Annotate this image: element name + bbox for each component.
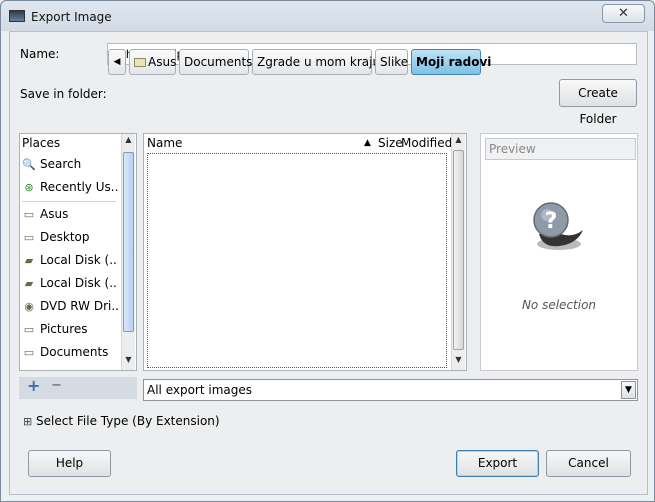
places-separator — [22, 201, 116, 202]
place-documents[interactable]: ▭ Documents — [22, 342, 118, 364]
folder-icon: ▭ — [23, 231, 35, 244]
folder-icon: ▭ — [23, 208, 35, 221]
crumb-documents[interactable]: Documents — [179, 49, 252, 75]
place-desktop[interactable]: ▭ Desktop — [22, 227, 118, 249]
folder-icon — [134, 58, 146, 67]
crumb-zgrade[interactable]: Zgrade u mom kraju — [252, 49, 380, 75]
place-dvd-drive[interactable]: ◉ DVD RW Dri... — [22, 296, 118, 318]
name-label: Name: — [20, 47, 60, 61]
export-image-dialog: Export Image ✕ Name: Save in folder: ◀ A… — [0, 0, 655, 502]
place-pictures[interactable]: ▭ Pictures — [22, 319, 118, 341]
crumb-moji-radovi[interactable]: Moji radovi — [411, 49, 491, 75]
window-title: Export Image — [31, 10, 112, 24]
place-local-disk-1[interactable]: ▰ Local Disk (... — [22, 250, 118, 272]
svg-text:?: ? — [545, 209, 558, 234]
crumb-asus[interactable]: Asus — [129, 49, 176, 75]
scroll-thumb[interactable] — [453, 150, 464, 350]
app-icon — [9, 10, 25, 22]
file-list-scrollbar[interactable]: ▲ ▼ — [451, 134, 465, 370]
preview-panel: Preview ? No selection — [480, 133, 638, 371]
crumb-slike[interactable]: Slike — [375, 49, 408, 75]
preview-empty-text: No selection — [521, 298, 597, 312]
scroll-up-arrow[interactable]: ▲ — [122, 134, 135, 146]
help-button[interactable]: Help — [28, 450, 111, 477]
folder-icon: ▭ — [23, 346, 35, 359]
create-folder-button[interactable]: Create Folder — [559, 79, 637, 126]
save-in-folder-label: Save in folder: — [20, 87, 107, 101]
file-list-header: Name ▲ Size Modified — [147, 136, 452, 154]
dvd-icon: ◉ — [24, 300, 34, 313]
place-label: Documents — [40, 345, 109, 359]
sort-ascending-icon: ▲ — [364, 138, 371, 148]
gimp-question-icon: ? — [529, 200, 585, 252]
add-bookmark-icon[interactable]: + — [27, 376, 40, 395]
places-scrollbar[interactable]: ▲ ▼ — [121, 134, 135, 370]
place-label: Pictures — [40, 322, 88, 336]
column-name[interactable]: Name — [147, 136, 182, 150]
expand-icon: ⊞ — [23, 415, 33, 428]
places-panel: Places 🔍 Search ⊛ Recently Us... ▭ Asus ▭ De… — [19, 133, 137, 371]
place-label: Recently Us... — [40, 180, 118, 194]
scroll-down-arrow[interactable]: ▼ — [452, 354, 465, 366]
places-toolbar: + − — [19, 376, 137, 399]
place-label: Asus — [40, 207, 69, 221]
file-filter-select[interactable]: All export images ▼ — [143, 379, 638, 401]
file-type-expander[interactable]: ⊞ Select File Type (By Extension) — [23, 414, 220, 428]
file-list[interactable] — [147, 153, 447, 368]
place-search[interactable]: 🔍 Search — [22, 154, 118, 176]
scroll-thumb[interactable] — [123, 152, 134, 332]
search-icon: 🔍 — [22, 158, 36, 171]
recent-icon: ⊛ — [24, 181, 34, 194]
scroll-down-arrow[interactable]: ▼ — [122, 354, 135, 366]
export-button[interactable]: Export — [456, 450, 539, 477]
place-label: Search — [40, 157, 82, 171]
remove-bookmark-icon[interactable]: − — [51, 378, 62, 393]
preview-header: Preview — [485, 138, 636, 160]
file-type-label: Select File Type (By Extension) — [36, 414, 220, 428]
cancel-button[interactable]: Cancel — [546, 450, 631, 477]
place-label: Local Disk (... — [40, 253, 118, 267]
file-list-panel: Name ▲ Size Modified ▲ ▼ — [143, 133, 467, 371]
crumb-label: Asus — [148, 55, 177, 69]
folder-icon: ▭ — [23, 323, 35, 336]
scroll-up-arrow[interactable]: ▲ — [452, 134, 465, 146]
column-size[interactable]: Size — [378, 136, 403, 150]
place-local-disk-2[interactable]: ▰ Local Disk (... — [22, 273, 118, 295]
place-label: Local Disk (... — [40, 276, 118, 290]
drive-icon: ▰ — [24, 277, 34, 290]
place-label: DVD RW Dri... — [40, 299, 118, 313]
place-asus[interactable]: ▭ Asus — [22, 204, 118, 226]
chevron-down-icon[interactable]: ▼ — [621, 381, 636, 399]
file-filter-value: All export images — [147, 383, 253, 397]
title-bar: Export Image ✕ — [1, 1, 654, 31]
drive-icon: ▰ — [24, 254, 34, 267]
close-button[interactable]: ✕ — [602, 4, 645, 23]
column-modified[interactable]: Modified — [401, 136, 452, 150]
place-recently-used[interactable]: ⊛ Recently Us... — [22, 177, 118, 199]
path-back-button[interactable]: ◀ — [108, 49, 126, 75]
place-label: Desktop — [40, 230, 90, 244]
places-header[interactable]: Places — [22, 136, 60, 150]
